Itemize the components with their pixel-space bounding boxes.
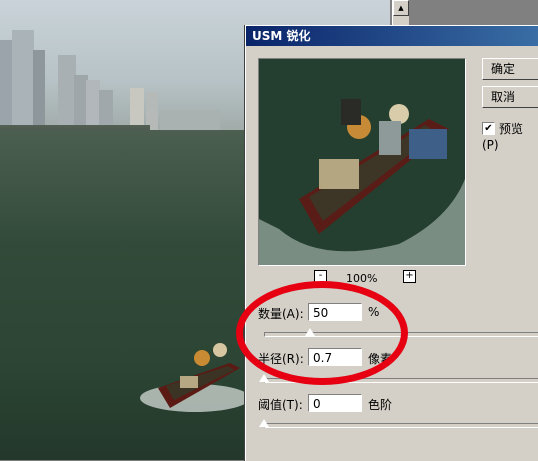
threshold-label: 阈值(T): [258,398,303,412]
preview-checkbox-box[interactable]: ✔ [482,122,495,135]
radius-slider-thumb[interactable] [259,374,269,382]
ok-button[interactable]: 确定 [482,58,538,80]
preview-pane[interactable] [258,58,466,266]
unsharp-mask-dialog: USM 锐化 - 100% + 确定 取消 ✔ 预览(P) 数量(A): 50 %… [245,25,538,461]
preview-boat-image [259,59,465,265]
boat-image [140,343,250,412]
preview-checkbox[interactable]: ✔ 预览(P) [482,120,538,152]
zoom-in-button[interactable]: + [403,270,416,283]
cancel-button[interactable]: 取消 [482,86,538,108]
red-annotation-circle [236,281,408,385]
scroll-up-icon[interactable]: ▲ [393,0,409,16]
dialog-title: USM 锐化 [252,29,311,43]
threshold-slider-track[interactable] [264,423,538,428]
threshold-slider-thumb[interactable] [259,419,269,427]
threshold-unit: 色阶 [368,398,393,412]
dialog-titlebar[interactable]: USM 锐化 [246,26,538,46]
threshold-field[interactable]: 0 [308,394,362,412]
